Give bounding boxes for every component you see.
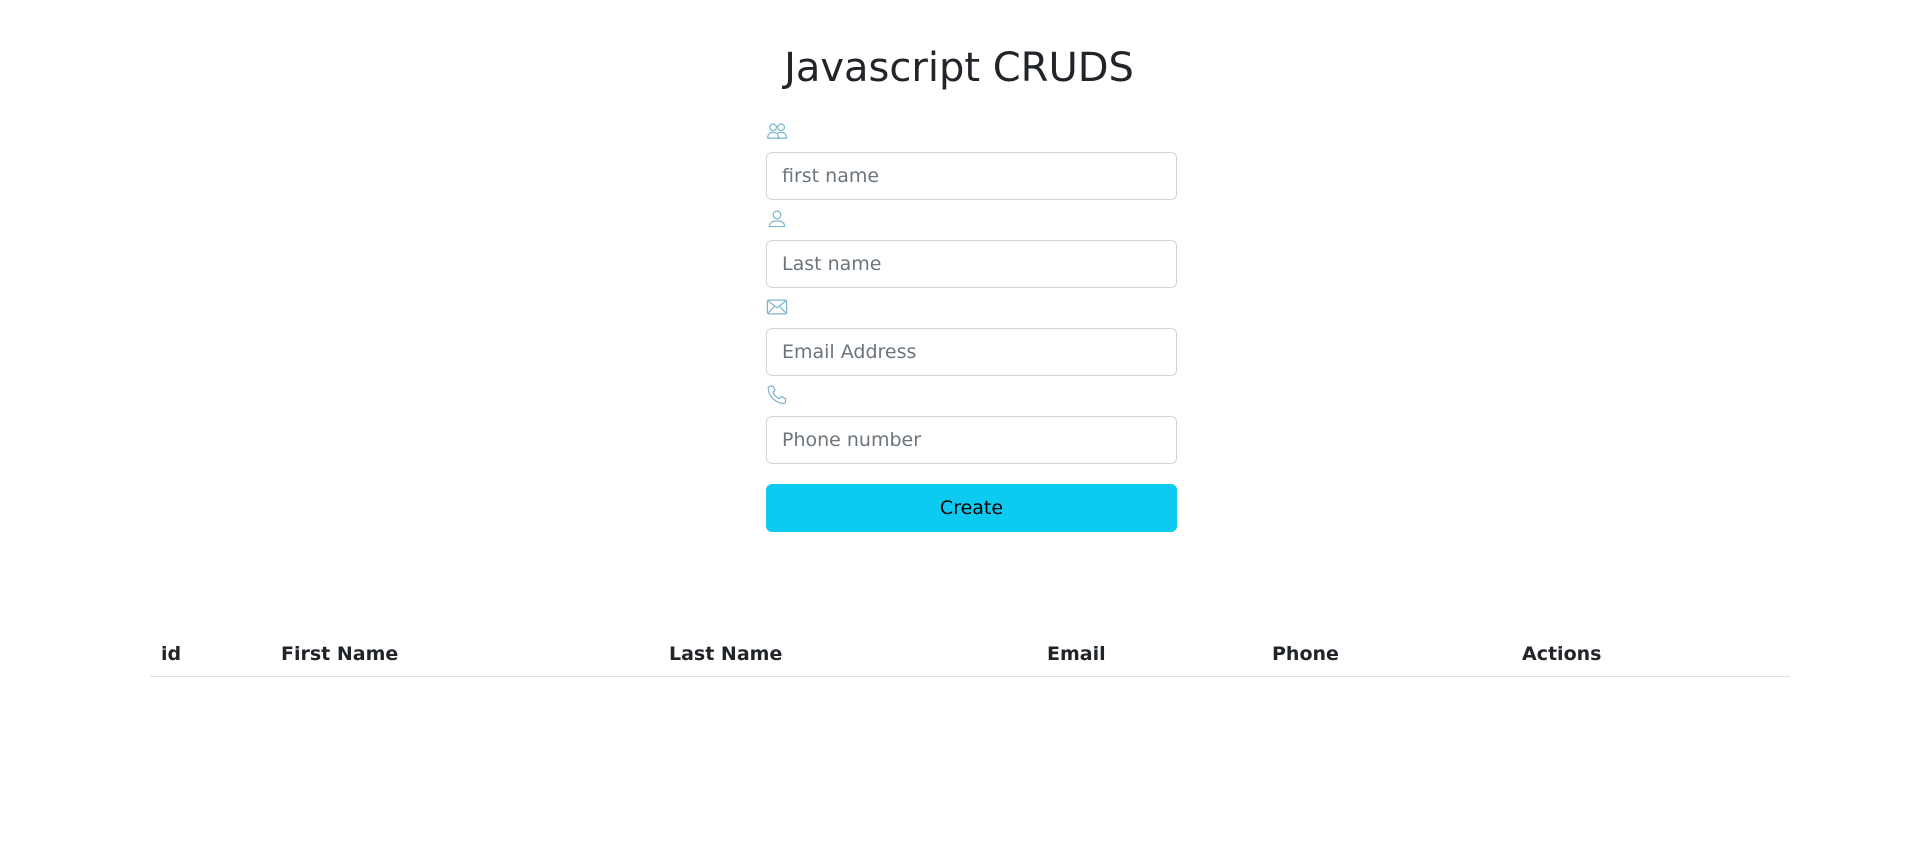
column-header-phone: Phone: [1261, 630, 1511, 677]
create-contact-form: Create: [766, 118, 1177, 532]
email-icon-row: [766, 294, 1177, 320]
contacts-table: id First Name Last Name Email Phone Acti…: [150, 630, 1790, 677]
table-header-row: id First Name Last Name Email Phone Acti…: [150, 630, 1790, 677]
column-header-actions: Actions: [1511, 630, 1790, 677]
column-header-last-name: Last Name: [658, 630, 1036, 677]
last-name-icon-row: [766, 206, 1177, 232]
telephone-icon: [766, 384, 788, 406]
last-name-input[interactable]: [766, 240, 1177, 288]
person-icon: [766, 208, 788, 230]
column-header-first-name: First Name: [270, 630, 658, 677]
people-icon: [766, 120, 788, 142]
create-button[interactable]: Create: [766, 484, 1177, 532]
envelope-icon: [766, 296, 788, 318]
page-title: Javascript CRUDS: [784, 45, 1134, 91]
column-header-id: id: [150, 630, 270, 677]
column-header-email: Email: [1036, 630, 1261, 677]
phone-input[interactable]: [766, 416, 1177, 464]
email-input[interactable]: [766, 328, 1177, 376]
first-name-input[interactable]: [766, 152, 1177, 200]
phone-icon-row: [766, 382, 1177, 408]
first-name-icon-row: [766, 118, 1177, 144]
